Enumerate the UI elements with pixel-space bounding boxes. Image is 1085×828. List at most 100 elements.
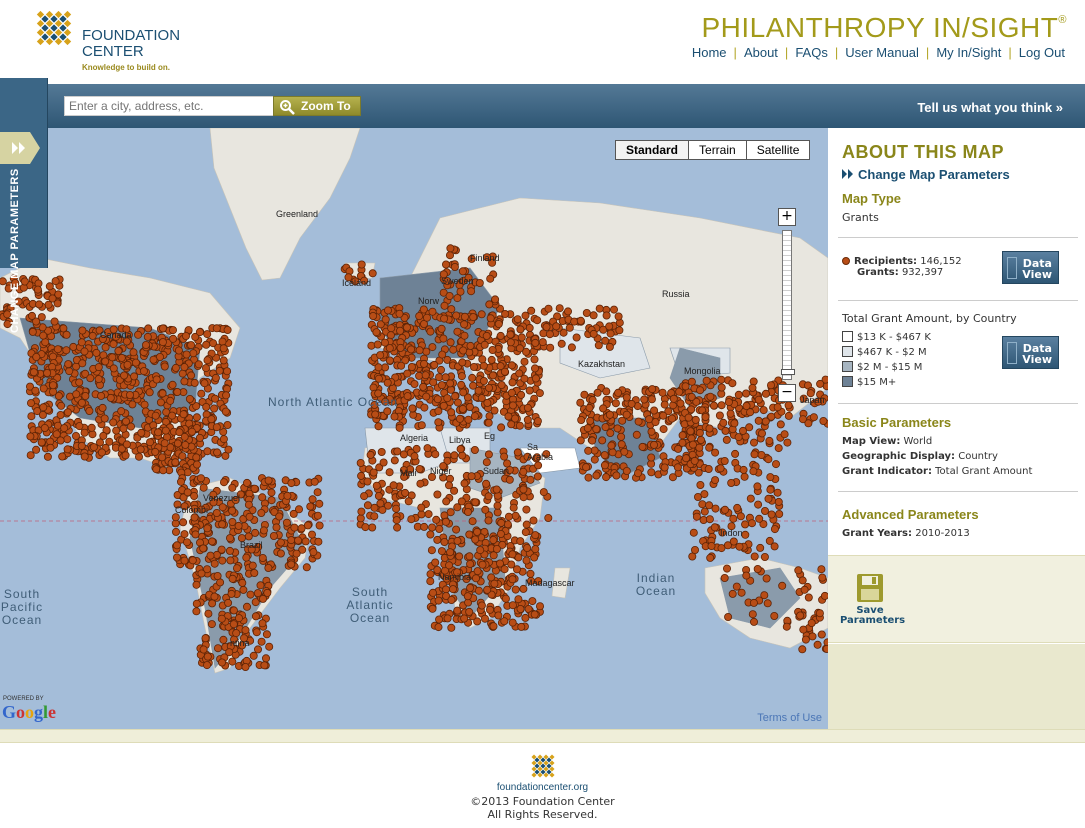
grant-marker[interactable] [533, 472, 542, 481]
grant-marker[interactable] [508, 401, 517, 410]
grant-marker[interactable] [689, 528, 698, 537]
grant-marker[interactable] [287, 536, 296, 545]
grant-marker[interactable] [511, 414, 520, 423]
grant-marker[interactable] [241, 626, 250, 635]
grant-marker[interactable] [399, 450, 408, 459]
grant-marker[interactable] [470, 412, 479, 421]
grant-marker[interactable] [764, 455, 773, 464]
nav-about[interactable]: About [744, 45, 778, 60]
grant-marker[interactable] [223, 325, 232, 334]
grant-marker[interactable] [750, 617, 759, 626]
grant-marker[interactable] [0, 277, 7, 286]
grant-marker[interactable] [468, 373, 477, 382]
grant-marker[interactable] [613, 424, 622, 433]
grant-marker[interactable] [97, 448, 106, 457]
grant-marker[interactable] [431, 558, 440, 567]
change-map-parameters-link[interactable]: Change Map Parameters [842, 167, 1010, 182]
grant-marker[interactable] [429, 378, 438, 387]
grant-marker[interactable] [463, 592, 472, 601]
change-map-parameters-tab[interactable]: CHANGE MAP PARAMETERS [0, 78, 48, 333]
grant-marker[interactable] [94, 375, 103, 384]
grant-marker[interactable] [176, 477, 185, 486]
grant-marker[interactable] [385, 356, 394, 365]
grant-marker[interactable] [202, 340, 211, 349]
grant-marker[interactable] [632, 430, 641, 439]
grant-marker[interactable] [197, 389, 206, 398]
grant-marker[interactable] [477, 601, 486, 610]
grant-marker[interactable] [258, 619, 267, 628]
grant-marker[interactable] [474, 586, 483, 595]
save-parameters-button[interactable]: Save Parameters [840, 574, 905, 634]
grant-marker[interactable] [282, 518, 291, 527]
grant-marker[interactable] [33, 285, 42, 294]
grant-marker[interactable] [156, 398, 165, 407]
grant-marker[interactable] [719, 418, 728, 427]
grant-marker[interactable] [478, 560, 487, 569]
grant-marker[interactable] [207, 620, 216, 629]
grant-marker[interactable] [395, 423, 404, 432]
grant-marker[interactable] [202, 661, 211, 670]
grant-marker[interactable] [126, 390, 135, 399]
grant-marker[interactable] [767, 510, 776, 519]
grant-marker[interactable] [611, 399, 620, 408]
grant-marker[interactable] [212, 324, 221, 333]
grant-marker[interactable] [724, 612, 733, 621]
grant-marker[interactable] [415, 346, 424, 355]
grant-marker[interactable] [608, 448, 617, 457]
grant-marker[interactable] [817, 630, 826, 639]
grant-marker[interactable] [39, 384, 48, 393]
grant-marker[interactable] [764, 494, 773, 503]
map-type-satellite[interactable]: Satellite [745, 140, 811, 160]
grant-marker[interactable] [513, 565, 522, 574]
grant-marker[interactable] [749, 598, 758, 607]
grant-marker[interactable] [367, 341, 376, 350]
grant-marker[interactable] [437, 324, 446, 333]
grant-marker[interactable] [565, 323, 574, 332]
grant-marker[interactable] [212, 423, 221, 432]
grant-marker[interactable] [809, 413, 818, 422]
grant-marker[interactable] [252, 628, 261, 637]
grant-marker[interactable] [361, 523, 370, 532]
grant-marker[interactable] [482, 331, 491, 340]
grant-marker[interactable] [20, 277, 29, 286]
grant-marker[interactable] [374, 422, 383, 431]
grant-marker[interactable] [225, 534, 234, 543]
zoom-slider-track[interactable] [781, 230, 795, 380]
grant-marker[interactable] [229, 620, 238, 629]
grant-marker[interactable] [754, 395, 763, 404]
grant-marker[interactable] [572, 333, 581, 342]
grant-marker[interactable] [401, 488, 410, 497]
grant-marker[interactable] [610, 305, 619, 314]
grant-marker[interactable] [602, 311, 611, 320]
grant-marker[interactable] [207, 415, 216, 424]
grant-marker[interactable] [770, 542, 779, 551]
grant-marker[interactable] [178, 369, 187, 378]
grant-marker[interactable] [218, 337, 227, 346]
grant-marker[interactable] [519, 467, 528, 476]
grant-marker[interactable] [442, 497, 451, 506]
grant-marker[interactable] [500, 367, 509, 376]
grant-marker[interactable] [707, 541, 716, 550]
grant-marker[interactable] [441, 260, 450, 269]
grant-marker[interactable] [395, 309, 404, 318]
grant-marker[interactable] [234, 614, 243, 623]
google-logo[interactable]: Google [2, 702, 56, 723]
grant-marker[interactable] [521, 613, 530, 622]
grant-marker[interactable] [232, 629, 241, 638]
grant-marker[interactable] [459, 388, 468, 397]
grant-marker[interactable] [201, 634, 210, 643]
grant-marker[interactable] [433, 395, 442, 404]
grant-marker[interactable] [383, 378, 392, 387]
grant-marker[interactable] [213, 448, 222, 457]
grant-marker[interactable] [615, 326, 624, 335]
grant-marker[interactable] [492, 485, 501, 494]
grant-marker[interactable] [564, 307, 573, 316]
grant-marker[interactable] [241, 663, 250, 672]
grant-marker[interactable] [428, 588, 437, 597]
grant-marker[interactable] [428, 523, 437, 532]
grant-marker[interactable] [525, 323, 534, 332]
grant-marker[interactable] [520, 357, 529, 366]
grant-marker[interactable] [227, 589, 236, 598]
grant-marker[interactable] [739, 465, 748, 474]
grant-marker[interactable] [201, 364, 210, 373]
